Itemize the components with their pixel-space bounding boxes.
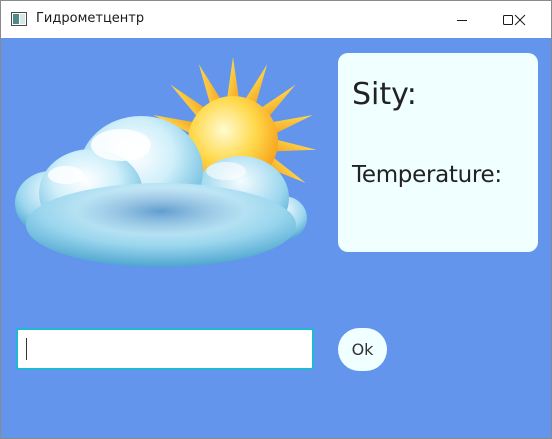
sun-behind-cloud-icon	[15, 57, 316, 267]
ok-button[interactable]: Ok	[338, 328, 387, 371]
window-app-icon	[11, 12, 27, 26]
close-button[interactable]	[497, 1, 543, 38]
close-icon	[514, 14, 526, 25]
city-label: Sity:	[352, 77, 417, 112]
text-cursor	[26, 338, 27, 360]
window-title: Гидрометцентр	[36, 11, 145, 26]
temperature-label: Temperature:	[352, 162, 502, 188]
weather-info-panel: Sity: Temperature:	[338, 53, 538, 252]
minimize-button[interactable]	[439, 1, 485, 38]
city-input[interactable]	[16, 328, 314, 370]
title-bar[interactable]: Гидрометцентр	[1, 1, 551, 38]
app-window: Гидрометцентр Sity: Temperature: Ok	[0, 0, 552, 439]
minimize-icon	[457, 19, 467, 21]
